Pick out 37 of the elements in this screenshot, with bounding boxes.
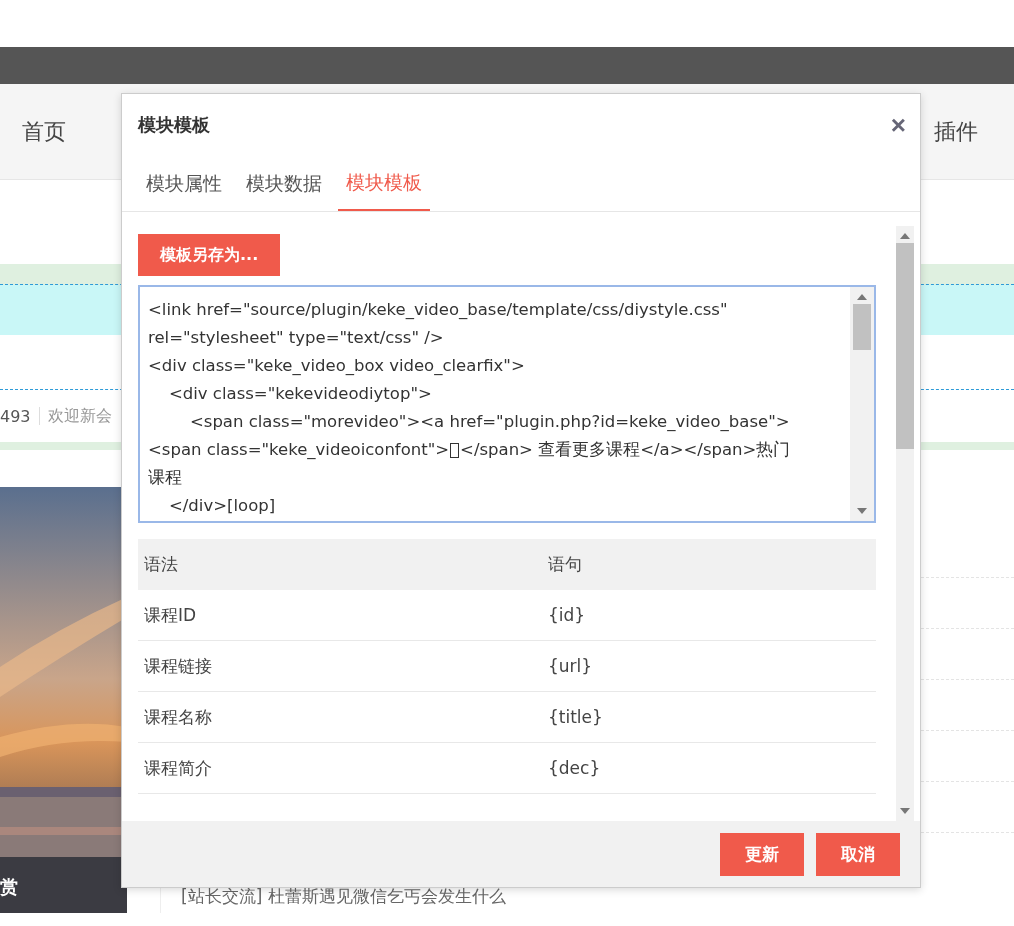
tab[interactable]: 模块数据 [238,156,330,211]
code-editor[interactable] [138,285,876,523]
code-line: <div class="kekevideodiytop"> [167,383,433,405]
dialog-title: 模块模板 [138,113,210,137]
welcome-text: 欢迎新会 [47,405,112,427]
table-cell: {title} [548,707,603,727]
table-cell-text: 课程ID [143,603,198,627]
table-cell-text: 课程链接 [143,654,213,678]
column-header: 语法 [143,553,179,576]
code-line: </div>[loop] [167,495,277,517]
update-button[interactable]: 更新 [720,832,804,876]
member-count: 493 [0,406,31,426]
tab[interactable]: 模块属性 [138,156,230,211]
table-cell: {url} [548,656,593,676]
close-button[interactable]: × [890,112,906,138]
table-cell: {dec} [548,758,601,778]
code-line: <div class="keke_video_box video_clearfix"> [148,355,526,377]
table-cell: {id} [548,605,586,625]
save-as-button[interactable]: 模板另存为... [138,234,281,276]
cancel-button[interactable]: 取消 [816,832,900,876]
code-line: 课程 [148,467,183,489]
code-line: rel="stylesheet" type="text/css" /> [148,327,445,349]
code-line: </span> 查看更多课程</a></span>热门 [460,439,791,461]
code-line: <span class="morevideo"><a href="plugin.php?id=keke_video_base"> [188,411,791,433]
code-line: <span class="keke_videoiconfont"> [148,439,450,461]
nav-link[interactable]: 插件 [934,116,978,147]
nav-link[interactable]: 首页 [22,116,66,147]
table-cell-text: 课程简介 [143,756,213,780]
tab[interactable]: 模块模板 [338,156,430,211]
scrollbar[interactable] [896,226,914,821]
table-cell-text: 课程名称 [143,705,213,729]
column-header: 语句 [548,553,582,576]
code-line: <link href="source/plugin/keke_video_base/template/css/diystyle.css" [148,299,729,321]
news-link[interactable]: [站长交流] 杜蕾斯遇见微信乞丐会发生什么 [181,885,1014,908]
photo-caption: 赏 [0,875,18,899]
scrollbar[interactable] [850,287,874,521]
missing-glyph-icon [450,442,460,458]
